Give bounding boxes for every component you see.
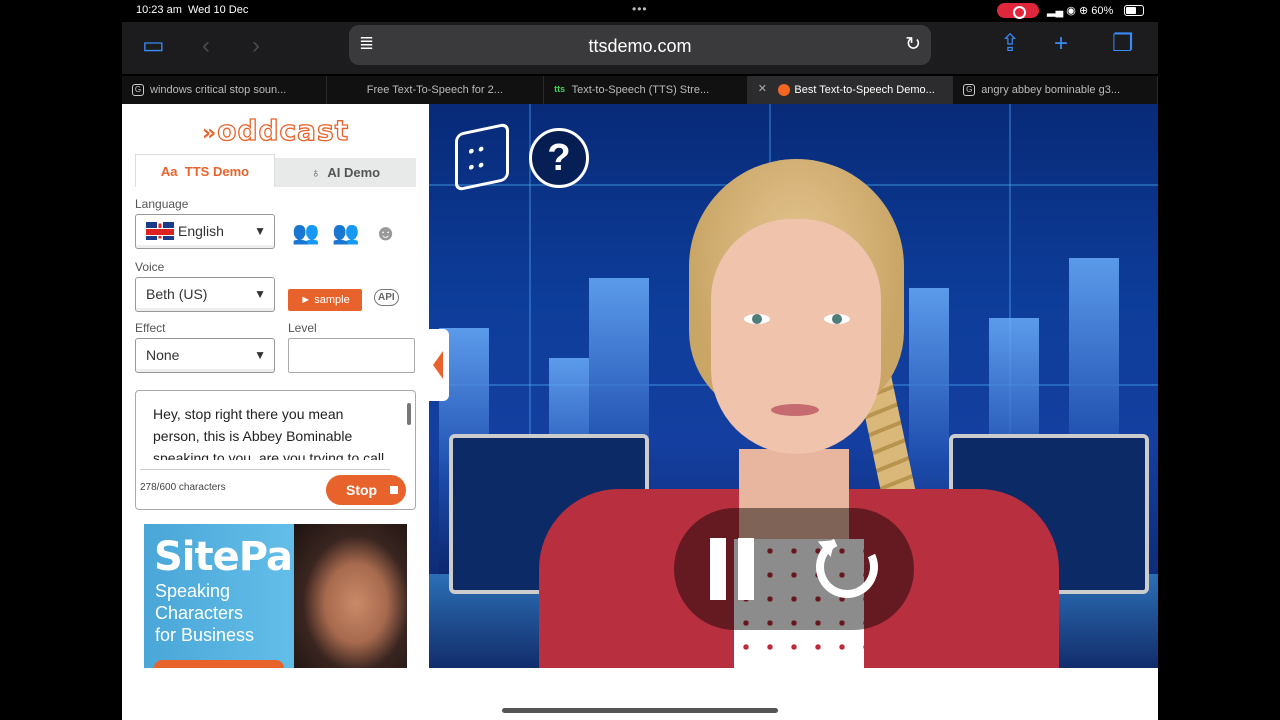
collapse-panel-button[interactable] bbox=[427, 329, 449, 401]
playback-controls bbox=[674, 508, 914, 630]
tab-1[interactable]: Gwindows critical stop soun... bbox=[122, 76, 327, 104]
screen-record-icon[interactable] bbox=[997, 3, 1039, 19]
ad-button[interactable] bbox=[154, 660, 284, 668]
speech-text[interactable]: Hey, stop right there you mean person, t… bbox=[153, 403, 393, 460]
text-icon: Aa bbox=[160, 164, 178, 179]
language-label: Language bbox=[135, 197, 189, 211]
reload-icon[interactable]: ↻ bbox=[905, 33, 921, 56]
creatures-icon[interactable]: ☻ bbox=[374, 220, 397, 246]
people-group-icon[interactable]: 👥 bbox=[292, 220, 319, 246]
avatar-stage: ? bbox=[429, 104, 1158, 668]
divider bbox=[140, 469, 390, 470]
back-icon[interactable]: ‹ bbox=[202, 34, 210, 58]
sidebar-icon[interactable]: ▭ bbox=[142, 34, 165, 58]
lightbulb-icon: ♁ bbox=[310, 165, 321, 180]
tab-2[interactable]: Free Text-To-Speech for 2... bbox=[327, 76, 544, 104]
close-tab-icon[interactable]: ✕ bbox=[756, 84, 768, 96]
status-time: 10:23 am Wed 10 Dec bbox=[136, 4, 249, 16]
share-icon[interactable]: ⇪ bbox=[1000, 32, 1020, 56]
avatar-mouth bbox=[771, 404, 819, 416]
tab-tts-demo[interactable]: Aa TTS Demo bbox=[135, 154, 275, 187]
text-scrollbar[interactable] bbox=[407, 403, 411, 425]
home-indicator[interactable] bbox=[502, 708, 778, 713]
tab-ai-demo[interactable]: ♁ AI Demo bbox=[275, 158, 416, 187]
tts-favicon-icon: tts bbox=[554, 84, 566, 94]
api-cloud-icon[interactable]: API bbox=[374, 289, 399, 306]
address-bar[interactable]: ≣ ttsdemo.com ↻ bbox=[349, 25, 931, 65]
demo-tabs: Aa TTS Demo ♁ AI Demo bbox=[135, 154, 416, 187]
status-bar: 10:23 am Wed 10 Dec ••• ▂▄ ◉ ⊕ 60% bbox=[122, 0, 1158, 22]
ad-tagline: Speaking Characters for Business bbox=[155, 581, 255, 645]
effect-select[interactable]: None ▼ bbox=[135, 338, 275, 373]
replay-icon[interactable] bbox=[807, 527, 887, 607]
new-tab-icon[interactable]: + bbox=[1054, 32, 1068, 56]
url-text: ttsdemo.com bbox=[588, 36, 692, 56]
voice-label: Voice bbox=[135, 260, 165, 274]
tab-bar: Gwindows critical stop soun... Free Text… bbox=[122, 76, 1158, 104]
sample-button[interactable]: ► sample bbox=[288, 289, 362, 311]
effect-label: Effect bbox=[135, 321, 166, 335]
tabs-overview-icon[interactable]: ❐ bbox=[1112, 32, 1134, 56]
language-select[interactable]: English ▼ bbox=[135, 214, 275, 249]
tab-4-active[interactable]: ✕ Best Text-to-Speech Demo... bbox=[748, 76, 954, 104]
dice-icon[interactable] bbox=[455, 122, 509, 192]
tts-panel: »oddcast Aa TTS Demo ♁ AI Demo Language … bbox=[122, 104, 429, 668]
avatar-eye-right bbox=[824, 314, 850, 324]
status-icons: ▂▄ ◉ ⊕ 60% bbox=[1047, 5, 1114, 17]
stop-button[interactable]: Stop bbox=[326, 475, 406, 505]
logo-chevron-icon: » bbox=[202, 121, 218, 146]
avatar-face bbox=[711, 219, 881, 454]
screen: 10:23 am Wed 10 Dec ••• ▂▄ ◉ ⊕ 60% ▭ ‹ ›… bbox=[0, 0, 1280, 720]
uk-flag-icon bbox=[146, 222, 174, 240]
tab-3[interactable]: tts Text-to-Speech (TTS) Stre... bbox=[544, 76, 749, 104]
level-label: Level bbox=[288, 321, 317, 335]
google-favicon-icon: G bbox=[132, 84, 144, 96]
multitask-dots-icon[interactable]: ••• bbox=[632, 2, 648, 16]
web-content: »oddcast Aa TTS Demo ♁ AI Demo Language … bbox=[122, 104, 1158, 720]
battery-icon bbox=[1124, 5, 1144, 16]
battery-percent: 60% bbox=[1091, 5, 1114, 17]
speech-text-area[interactable]: Hey, stop right there you mean person, t… bbox=[135, 390, 416, 510]
sitepal-ad[interactable]: SitePal Speaking Characters for Business bbox=[144, 524, 407, 668]
characters-icon[interactable]: 👥 bbox=[332, 220, 359, 246]
tab-5[interactable]: Gangry abbey bominable g3... bbox=[953, 76, 1158, 104]
dropdown-arrow-icon: ▼ bbox=[254, 348, 266, 362]
ad-portrait bbox=[294, 524, 407, 668]
avatar-eye-left bbox=[744, 314, 770, 324]
oddcast-logo[interactable]: »oddcast bbox=[202, 113, 349, 147]
character-count: 278/600 characters bbox=[140, 482, 226, 493]
browser-toolbar: ▭ ‹ › ≣ ttsdemo.com ↻ ⇪ + ❐ bbox=[122, 22, 1158, 74]
google-favicon-icon: G bbox=[963, 84, 976, 96]
dropdown-arrow-icon: ▼ bbox=[254, 224, 266, 238]
voice-select[interactable]: Beth (US) ▼ bbox=[135, 277, 275, 312]
ad-brand: SitePal bbox=[154, 534, 306, 580]
level-field[interactable] bbox=[288, 338, 415, 373]
pause-icon[interactable] bbox=[710, 538, 760, 600]
dropdown-arrow-icon: ▼ bbox=[254, 287, 266, 301]
help-icon[interactable]: ? bbox=[529, 128, 589, 188]
forward-icon[interactable]: › bbox=[252, 34, 260, 58]
